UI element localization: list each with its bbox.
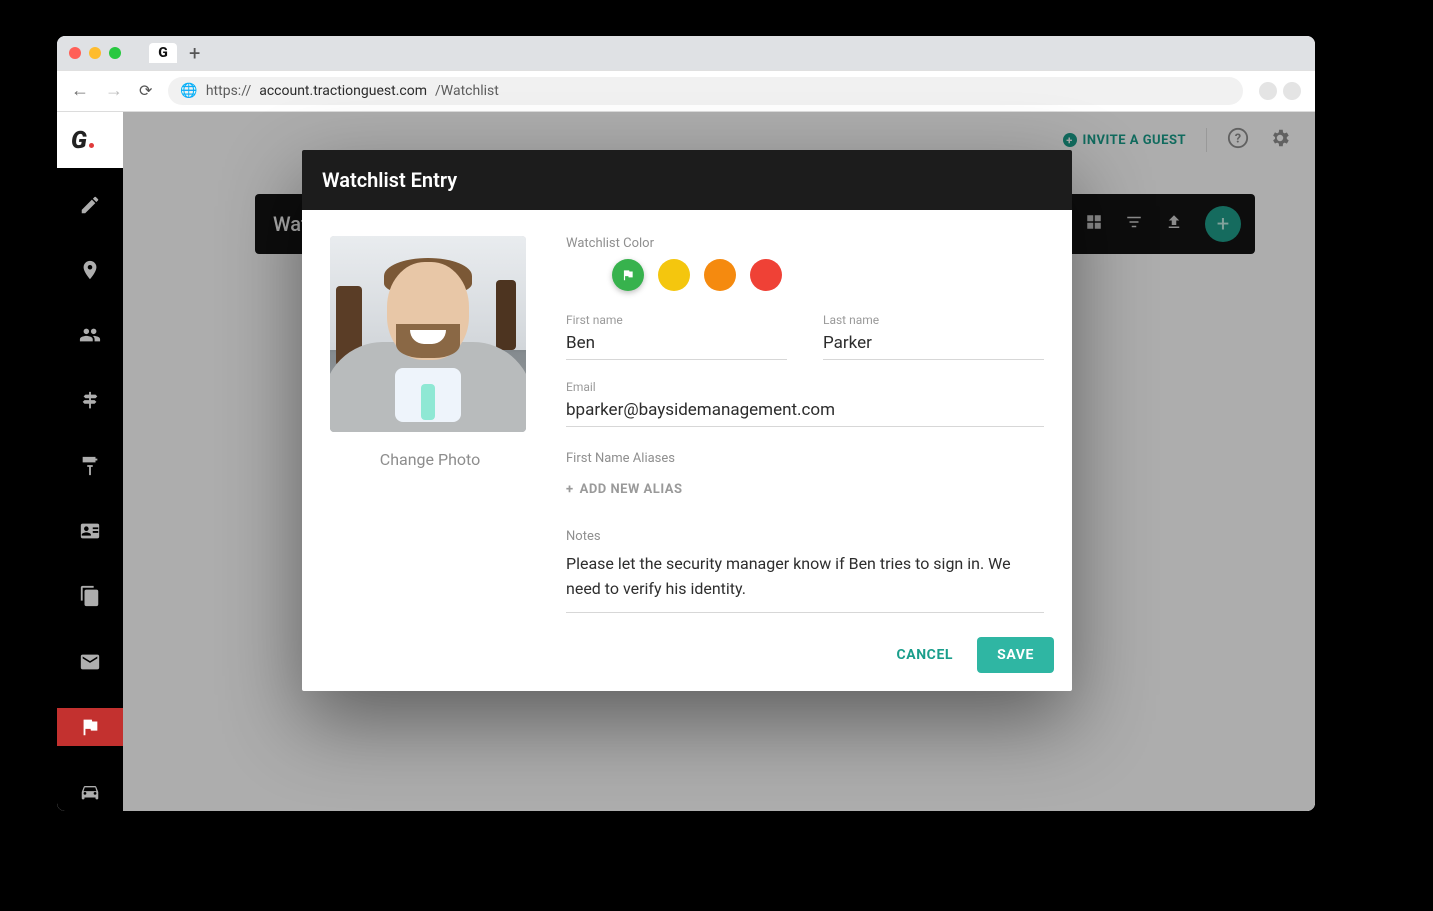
last-name-input[interactable] <box>823 329 1044 360</box>
nav-people-icon[interactable] <box>57 317 123 354</box>
side-nav <box>57 168 123 811</box>
change-photo-button[interactable]: Change Photo <box>330 450 530 469</box>
nav-flag-icon[interactable] <box>57 708 123 745</box>
nav-copy-icon[interactable] <box>57 578 123 615</box>
nav-mail-icon[interactable] <box>57 643 123 680</box>
close-window-icon[interactable] <box>69 47 81 59</box>
tab-favicon: G <box>158 45 168 61</box>
modal-footer: CANCEL SAVE <box>302 633 1072 691</box>
nav-idcard-icon[interactable] <box>57 512 123 549</box>
color-picker <box>566 259 1044 291</box>
nav-car-icon[interactable] <box>57 774 123 811</box>
aliases-label: First Name Aliases <box>566 451 1044 466</box>
plus-icon: + <box>566 482 574 497</box>
profile-controls <box>1259 82 1301 100</box>
cancel-button[interactable]: CANCEL <box>890 637 959 673</box>
reload-icon[interactable]: ⟳ <box>139 83 152 99</box>
notes-label: Notes <box>566 529 1044 544</box>
back-icon[interactable]: ← <box>71 82 89 100</box>
add-alias-label: ADD NEW ALIAS <box>580 482 683 497</box>
url-field[interactable]: 🌐 https:// account.tractionguest.com/Watc… <box>168 77 1243 105</box>
nav-location-icon[interactable] <box>57 251 123 288</box>
add-alias-button[interactable]: + ADD NEW ALIAS <box>566 482 682 497</box>
notes-input[interactable]: Please let the security manager know if … <box>566 552 1044 613</box>
globe-icon: 🌐 <box>180 83 197 99</box>
browser-window: G + ← → ⟳ 🌐 https:// account.tractiongues… <box>57 36 1315 811</box>
url-domain: account.tractionguest.com <box>259 83 427 99</box>
browser-tab[interactable]: G <box>149 43 177 63</box>
window-controls <box>69 47 121 59</box>
email-input[interactable] <box>566 396 1044 427</box>
nav-signpost-icon[interactable] <box>57 382 123 419</box>
color-green[interactable] <box>612 259 644 291</box>
modal-title: Watchlist Entry <box>302 150 1072 210</box>
minimize-window-icon[interactable] <box>89 47 101 59</box>
titlebar: G + <box>57 36 1315 70</box>
url-prefix: https:// <box>206 83 251 99</box>
url-path: /Watchlist <box>435 83 499 99</box>
forward-icon[interactable]: → <box>105 82 123 100</box>
last-name-label: Last name <box>823 313 1044 327</box>
color-yellow[interactable] <box>658 259 690 291</box>
color-orange[interactable] <box>704 259 736 291</box>
nav-pen-icon[interactable] <box>57 186 123 223</box>
new-tab-button[interactable]: + <box>189 43 200 63</box>
app-root: G + INVITE A GUEST ? <box>57 112 1315 811</box>
watchlist-entry-modal: Watchlist Entry Change Photo Watchlist C… <box>302 150 1072 691</box>
watchlist-color-label: Watchlist Color <box>566 236 1044 251</box>
app-logo: G <box>71 126 94 154</box>
first-name-label: First name <box>566 313 787 327</box>
save-button[interactable]: SAVE <box>977 637 1054 673</box>
color-red[interactable] <box>750 259 782 291</box>
maximize-window-icon[interactable] <box>109 47 121 59</box>
nav-paint-icon[interactable] <box>57 447 123 484</box>
first-name-input[interactable] <box>566 329 787 360</box>
address-bar: ← → ⟳ 🌐 https:// account.tractionguest.co… <box>57 70 1315 112</box>
profile-photo <box>330 236 526 432</box>
email-label: Email <box>566 380 1044 394</box>
